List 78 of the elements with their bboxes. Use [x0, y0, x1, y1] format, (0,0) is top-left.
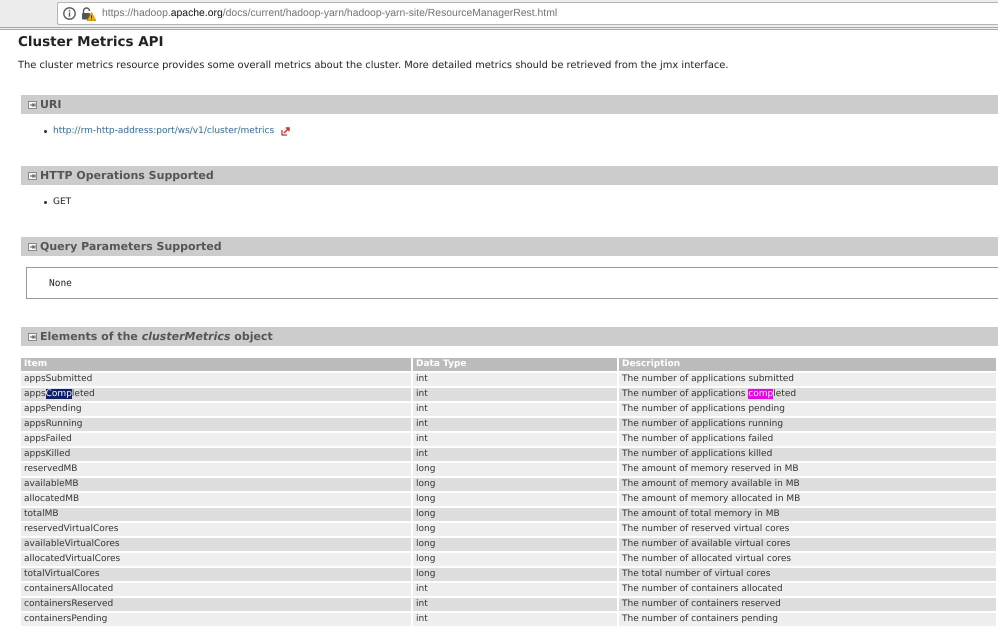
- table-cell: The number of applications failed: [619, 433, 996, 446]
- table-cell: The amount of total memory in MB: [619, 508, 996, 521]
- table-cell: totalMB: [21, 508, 411, 521]
- section-header[interactable]: URI: [21, 95, 998, 114]
- table-cell: int: [413, 448, 617, 461]
- section-title: HTTP Operations Supported: [40, 169, 214, 182]
- table-cell: reservedMB: [21, 463, 411, 476]
- table-cell: The amount of memory allocated in MB: [619, 493, 996, 506]
- table-cell: The total number of virtual cores: [619, 568, 996, 581]
- table-cell: The number of reserved virtual cores: [619, 523, 996, 536]
- table-cell: totalVirtualCores: [21, 568, 411, 581]
- table-cell: The number of applications pending: [619, 403, 996, 416]
- toggle-icon[interactable]: [28, 332, 37, 340]
- table-cell: appsCompleted: [21, 388, 411, 401]
- table-cell: The amount of memory available in MB: [619, 478, 996, 491]
- table-cell: The number of applications submitted: [619, 373, 996, 386]
- table-cell: long: [413, 463, 617, 476]
- list-item-text: GET: [53, 197, 72, 207]
- table-cell: containersPending: [21, 613, 411, 626]
- table-cell: The number of containers pending: [619, 613, 996, 626]
- table-cell: allocatedMB: [21, 493, 411, 506]
- intro-paragraph: The cluster metrics resource provides some overall metrics about the cluster. More detailed metrics should be retrieved from the jmx interface.: [18, 59, 729, 73]
- table-cell: reservedVirtualCores: [21, 523, 411, 536]
- table-cell: long: [413, 538, 617, 551]
- table-cell: The number of applications killed: [619, 448, 996, 461]
- table-cell: int: [413, 388, 617, 401]
- column-header: Description: [619, 358, 996, 371]
- table-cell: containersAllocated: [21, 583, 411, 596]
- uri-link[interactable]: http://rm-http-address:port/ws/v1/cluster/metrics: [53, 126, 274, 136]
- section-header[interactable]: HTTP Operations Supported: [21, 166, 998, 185]
- table-cell: int: [413, 403, 617, 416]
- table-cell: appsFailed: [21, 433, 411, 446]
- column-header: Item: [21, 358, 411, 371]
- table-cell: long: [413, 568, 617, 581]
- table-cell: long: [413, 523, 617, 536]
- table-cell: containersReserved: [21, 598, 411, 611]
- external-link-icon[interactable]: [281, 126, 290, 136]
- table-cell: The number of containers reserved: [619, 598, 996, 611]
- table-cell: The number of applications completed: [619, 388, 996, 401]
- bullet-icon: [44, 130, 47, 132]
- table-cell: long: [413, 508, 617, 521]
- section-title: URI: [40, 98, 62, 111]
- table-cell: appsRunning: [21, 418, 411, 431]
- section-title: Query Parameters Supported: [40, 240, 222, 253]
- page-title: Cluster Metrics API: [18, 33, 164, 52]
- table-cell: long: [413, 493, 617, 506]
- toggle-icon[interactable]: [28, 242, 37, 250]
- table-cell: The number of applications running: [619, 418, 996, 431]
- toggle-icon[interactable]: [28, 100, 37, 108]
- column-header: Data Type: [413, 358, 617, 371]
- table-cell: appsSubmitted: [21, 373, 411, 386]
- table-cell: int: [413, 418, 617, 431]
- table-cell: The number of containers allocated: [619, 583, 996, 596]
- url-text: https://hadoop.apache.org/docs/current/hadoop-yarn/hadoop-yarn-site/ResourceManagerRest.html: [102, 8, 558, 19]
- table-cell: availableMB: [21, 478, 411, 491]
- table-cell: allocatedVirtualCores: [21, 553, 411, 566]
- address-bar[interactable]: https://hadoop.apache.org/docs/current/hadoop-yarn/hadoop-yarn-site/ResourceManagerRest.html: [57, 2, 998, 25]
- table-cell: availableVirtualCores: [21, 538, 411, 551]
- section-title: Elements of the clusterMetrics object: [40, 330, 273, 343]
- bullet-icon: [44, 200, 47, 204]
- section-header[interactable]: Query Parameters Supported: [21, 237, 998, 256]
- table-cell: The number of allocated virtual cores: [619, 553, 996, 566]
- table-cell: long: [413, 553, 617, 566]
- table-cell: The amount of memory reserved in MB: [619, 463, 996, 476]
- lock-warning-icon[interactable]: [81, 6, 96, 20]
- code-block: None: [26, 267, 998, 299]
- table-cell: appsKilled: [21, 448, 411, 461]
- table-cell: long: [413, 478, 617, 491]
- table-cell: int: [413, 433, 617, 446]
- info-icon[interactable]: [63, 7, 76, 20]
- table-cell: The number of available virtual cores: [619, 538, 996, 551]
- table-cell: appsPending: [21, 403, 411, 416]
- section-header[interactable]: Elements of the clusterMetrics object: [21, 327, 998, 346]
- table-cell: int: [413, 373, 617, 386]
- toggle-icon[interactable]: [28, 172, 37, 180]
- table-cell: int: [413, 598, 617, 611]
- table-cell: int: [413, 613, 617, 626]
- table-cell: int: [413, 583, 617, 596]
